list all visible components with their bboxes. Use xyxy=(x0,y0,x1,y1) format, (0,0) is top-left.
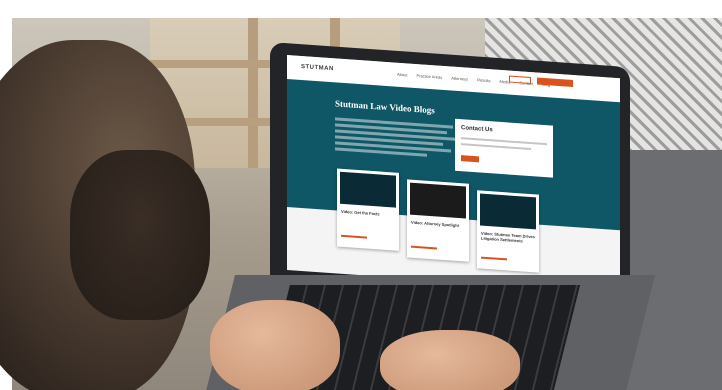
photo-scene: STUTMAN About Practice Areas Attorneys R… xyxy=(0,0,722,390)
video-thumbnail xyxy=(410,182,466,219)
video-caption: Video: Stutman Team Drives Litigation Se… xyxy=(481,230,535,244)
video-card: Video: Stutman Team Drives Litigation Se… xyxy=(477,190,539,273)
read-more-link xyxy=(341,234,367,239)
contact-button xyxy=(461,155,479,163)
video-thumbnail xyxy=(480,193,536,230)
phone-button xyxy=(509,75,531,85)
video-cards: Video: Get the Facts Video: Attorney Spo… xyxy=(337,168,567,274)
contact-title: Contact Us xyxy=(461,125,493,134)
nav-link: About xyxy=(397,71,408,78)
contact-box: Contact Us xyxy=(455,118,553,178)
read-more-link xyxy=(411,245,437,250)
left-hand xyxy=(210,300,340,390)
nav-link: Attorneys xyxy=(451,75,469,82)
site-logo: STUTMAN xyxy=(301,63,334,73)
right-hand xyxy=(380,330,520,390)
laptop-screen: STUTMAN About Practice Areas Attorneys R… xyxy=(287,55,620,294)
video-caption: Video: Attorney Spotlight xyxy=(411,219,459,229)
video-caption: Video: Get the Facts xyxy=(341,208,380,217)
video-card: Video: Attorney Spotlight xyxy=(407,179,469,262)
hero-paragraph xyxy=(335,114,455,161)
hero-title: Stutman Law Video Blogs xyxy=(335,98,435,116)
shelf-divider xyxy=(248,18,258,168)
video-card: Video: Get the Facts xyxy=(337,168,399,251)
top-border xyxy=(0,0,722,18)
video-thumbnail xyxy=(340,171,396,208)
read-more-link xyxy=(481,256,507,261)
nav-link: Practice Areas xyxy=(416,73,443,80)
person-beard xyxy=(70,150,210,320)
nav-link: Results xyxy=(477,77,491,84)
